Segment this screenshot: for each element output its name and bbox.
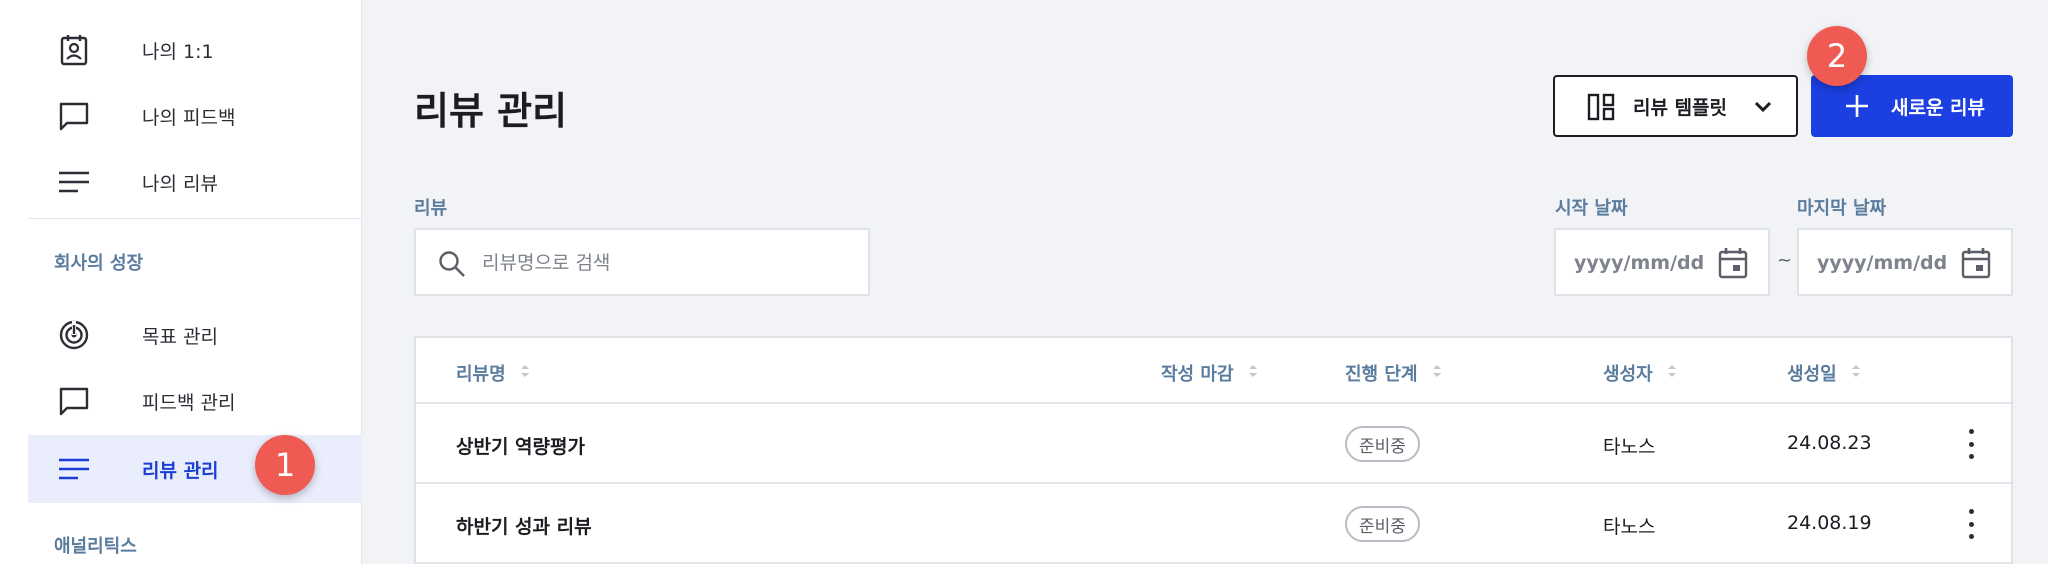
end-date-label: 마지막 날짜	[1797, 198, 1887, 219]
sort-icon[interactable]	[1667, 363, 1677, 384]
column-header-created[interactable]: 생성일	[1787, 360, 1861, 386]
target-icon	[56, 317, 92, 353]
sort-icon[interactable]	[520, 363, 530, 384]
chevron-down-icon	[1753, 97, 1773, 121]
lines-icon	[56, 451, 92, 487]
start-date-field[interactable]: yyyy/mm/dd	[1554, 228, 1770, 296]
start-date-placeholder: yyyy/mm/dd	[1574, 252, 1705, 274]
search-box	[414, 228, 870, 296]
column-header-creator[interactable]: 생성자	[1603, 360, 1677, 386]
chat-bubble-icon	[56, 98, 92, 134]
table-header: 리뷰명 작성 마감 진행 단계 생성자 생성일	[416, 338, 2011, 404]
sidebar-item-feedback-management[interactable]: 피드백 관리	[28, 367, 362, 435]
status-badge: 준비중	[1345, 426, 1420, 462]
review-template-label: 리뷰 템플릿	[1633, 96, 1728, 119]
search-input[interactable]	[482, 248, 852, 278]
review-creator: 타노스	[1603, 436, 1656, 458]
sidebar-item-label: 나의 피드백	[142, 106, 236, 129]
start-date-label: 시작 날짜	[1555, 198, 1628, 219]
sidebar-item-label: 피드백 관리	[142, 391, 236, 414]
column-label: 리뷰명	[456, 364, 506, 385]
review-template-dropdown[interactable]: 리뷰 템플릿	[1553, 75, 1798, 137]
section-title-company-growth: 회사의 성장	[54, 253, 144, 274]
column-label: 생성자	[1603, 364, 1653, 385]
page-title: 리뷰 관리	[414, 89, 568, 133]
status-badge: 준비중	[1345, 506, 1420, 542]
more-options-icon[interactable]	[1961, 509, 1981, 539]
sort-icon[interactable]	[1248, 363, 1258, 384]
sidebar-divider	[28, 218, 362, 219]
review-name: 상반기 역량평가	[456, 436, 585, 458]
table-row[interactable]: 하반기 성과 리뷰 준비중 타노스 24.08.19	[416, 484, 2011, 564]
sort-icon[interactable]	[1432, 363, 1442, 384]
sidebar-item-label: 리뷰 관리	[142, 459, 219, 482]
sidebar-item-my-feedback[interactable]: 나의 피드백	[28, 82, 362, 150]
search-icon	[438, 250, 466, 282]
step-marker-1: 1	[255, 435, 315, 495]
review-name: 하반기 성과 리뷰	[456, 516, 592, 538]
date-range-separator: ~	[1777, 250, 1793, 271]
review-filter-label: 리뷰	[414, 198, 448, 219]
profile-card-icon	[56, 32, 92, 68]
section-title-analytics: 애널리틱스	[54, 536, 137, 557]
column-label: 생성일	[1787, 364, 1837, 385]
column-label: 작성 마감	[1161, 364, 1234, 385]
column-header-name[interactable]: 리뷰명	[456, 360, 530, 386]
table-row[interactable]: 상반기 역량평가 준비중 타노스 24.08.23	[416, 404, 2011, 484]
review-creator: 타노스	[1603, 516, 1656, 538]
chat-bubble-icon	[56, 383, 92, 419]
layout-icon	[1587, 93, 1615, 125]
sidebar-item-label: 목표 관리	[142, 325, 218, 348]
column-header-deadline[interactable]: 작성 마감	[1161, 360, 1258, 386]
new-review-label: 새로운 리뷰	[1891, 96, 1986, 119]
end-date-placeholder: yyyy/mm/dd	[1817, 252, 1948, 274]
sort-icon[interactable]	[1851, 363, 1861, 384]
sidebar-item-goal-management[interactable]: 목표 관리	[28, 301, 362, 369]
review-created-date: 24.08.19	[1787, 512, 1872, 534]
column-header-stage[interactable]: 진행 단계	[1345, 360, 1442, 386]
review-table: 리뷰명 작성 마감 진행 단계 생성자 생성일 상반기 역량평가 준비중 타노스…	[414, 336, 2013, 564]
sidebar-item-my-1on1[interactable]: 나의 1:1	[28, 16, 362, 84]
lines-icon	[56, 164, 92, 200]
sidebar-item-label: 나의 리뷰	[142, 172, 218, 195]
step-marker-2: 2	[1807, 26, 1867, 86]
more-options-icon[interactable]	[1961, 429, 1981, 459]
plus-icon	[1845, 94, 1869, 122]
calendar-icon[interactable]	[1961, 247, 1991, 283]
sidebar-item-label: 나의 1:1	[142, 40, 214, 63]
sidebar-item-my-review[interactable]: 나의 리뷰	[28, 148, 362, 216]
review-created-date: 24.08.23	[1787, 432, 1872, 454]
column-label: 진행 단계	[1345, 364, 1418, 385]
end-date-field[interactable]: yyyy/mm/dd	[1797, 228, 2013, 296]
calendar-icon[interactable]	[1718, 247, 1748, 283]
